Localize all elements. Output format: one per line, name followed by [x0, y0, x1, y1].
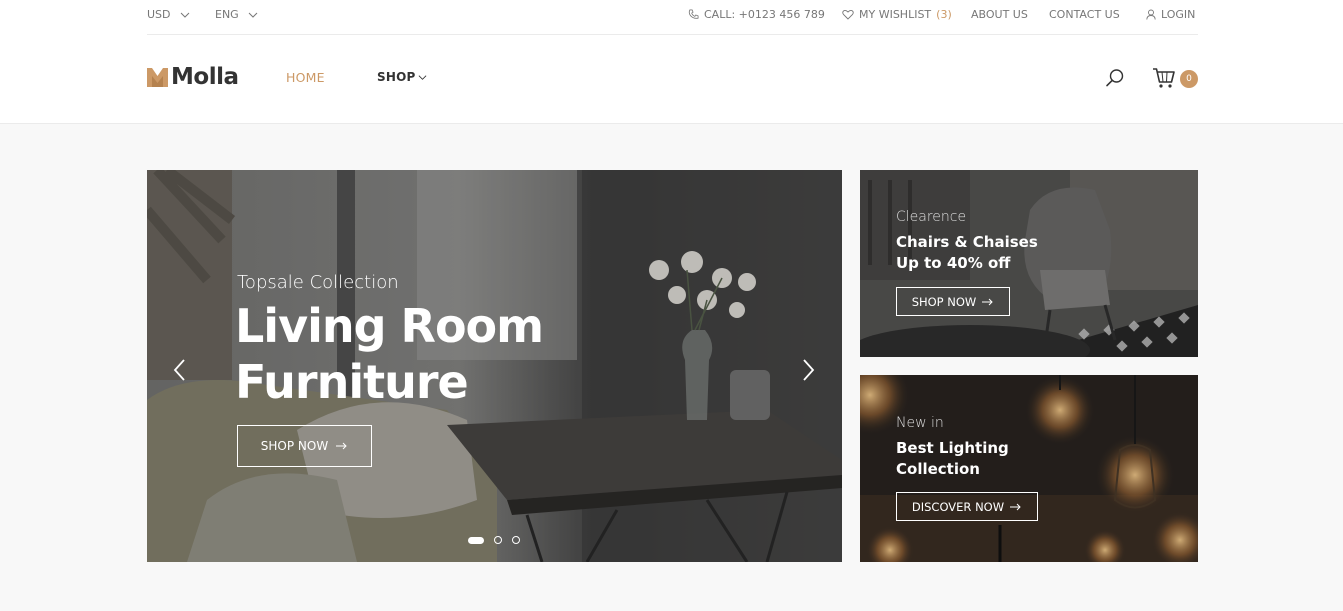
banner-title: Best Lighting Collection — [896, 438, 1096, 480]
banner-chairs: Clearence Chairs & Chaises Up to 40% off… — [860, 170, 1198, 357]
banner-title-line: Best Lighting — [896, 439, 1009, 457]
cart-count-badge: 0 — [1180, 70, 1198, 88]
chevron-down-icon — [248, 12, 258, 18]
user-icon — [1146, 9, 1156, 20]
banner-title-line: Chairs & Chaises — [896, 233, 1038, 251]
language-selector[interactable]: ENG — [215, 8, 258, 21]
nav-shop[interactable]: SHOP — [377, 70, 427, 84]
login-label: LOGIN — [1161, 8, 1196, 21]
chevron-down-icon — [180, 12, 189, 18]
chevron-right-icon[interactable] — [799, 358, 817, 382]
hero-button-label: SHOP NOW — [260, 439, 329, 453]
logo-text: Molla — [171, 64, 239, 90]
banner-subtitle: Clearence — [896, 209, 967, 225]
banner-title-line: Up to 40% off — [896, 254, 1011, 272]
main-nav-bar: Molla HOME SHOP 0 — [147, 36, 1198, 124]
banner-discover-now-button[interactable]: DISCOVER NOW — [896, 492, 1038, 521]
banner-shop-now-button[interactable]: SHOP NOW — [896, 287, 1010, 316]
slider-dot-2[interactable] — [494, 536, 502, 544]
hero-title-line: Living Room — [235, 299, 544, 353]
about-link[interactable]: ABOUT US — [971, 8, 1028, 21]
banner-lighting: New in Best Lighting Collection DISCOVER… — [860, 375, 1198, 562]
nav-shop-label: SHOP — [377, 70, 416, 84]
contact-link[interactable]: CONTACT US — [1049, 8, 1120, 21]
banner-subtitle: New in — [896, 415, 944, 431]
banner-button-label: SHOP NOW — [911, 294, 977, 309]
logo[interactable]: Molla — [147, 64, 239, 90]
banner-title: Chairs & Chaises Up to 40% off — [896, 232, 1096, 274]
currency-selector[interactable]: USD — [147, 8, 190, 21]
slider-dots — [468, 536, 520, 544]
call-link[interactable]: CALL: +0123 456 789 — [688, 8, 825, 21]
nav-home-label: HOME — [286, 70, 325, 85]
arrow-right-icon — [982, 298, 994, 305]
hero-subtitle: Topsale Collection — [237, 272, 399, 293]
molla-logo-icon — [147, 68, 168, 87]
nav-home[interactable]: HOME — [286, 70, 325, 85]
call-text: CALL: +0123 456 789 — [704, 8, 825, 21]
login-link[interactable]: LOGIN — [1146, 8, 1195, 21]
hero-title-line: Furniture — [235, 355, 469, 409]
heart-icon — [842, 9, 854, 20]
site-header: USD ENG CALL: +0123 456 789 MY WISHLIST … — [0, 0, 1343, 124]
top-bar: USD ENG CALL: +0123 456 789 MY WISHLIST … — [147, 0, 1198, 35]
language-label: ENG — [215, 8, 239, 21]
cart-icon[interactable] — [1152, 67, 1176, 89]
slider-dot-3[interactable] — [512, 536, 520, 544]
arrow-right-icon — [336, 442, 347, 450]
wishlist-link[interactable]: MY WISHLIST (3) — [842, 8, 952, 21]
currency-label: USD — [147, 8, 171, 21]
contact-label: CONTACT US — [1049, 8, 1120, 21]
phone-icon — [688, 9, 699, 19]
hero-slider: Topsale Collection Living Room Furniture… — [147, 170, 842, 562]
about-label: ABOUT US — [971, 8, 1028, 21]
slider-dot-1[interactable] — [468, 536, 484, 544]
chevron-down-icon — [419, 74, 427, 80]
wishlist-label: MY WISHLIST — [859, 8, 932, 21]
hero-shop-now-button[interactable]: SHOP NOW — [237, 425, 372, 467]
banner-button-label: DISCOVER NOW — [911, 499, 1005, 514]
hero-title: Living Room Furniture — [235, 298, 595, 410]
arrow-right-icon — [1010, 503, 1021, 510]
banner-title-line: Collection — [896, 460, 980, 478]
wishlist-count: (3) — [936, 8, 952, 21]
chevron-left-icon[interactable] — [171, 358, 189, 382]
search-icon[interactable] — [1105, 68, 1125, 88]
